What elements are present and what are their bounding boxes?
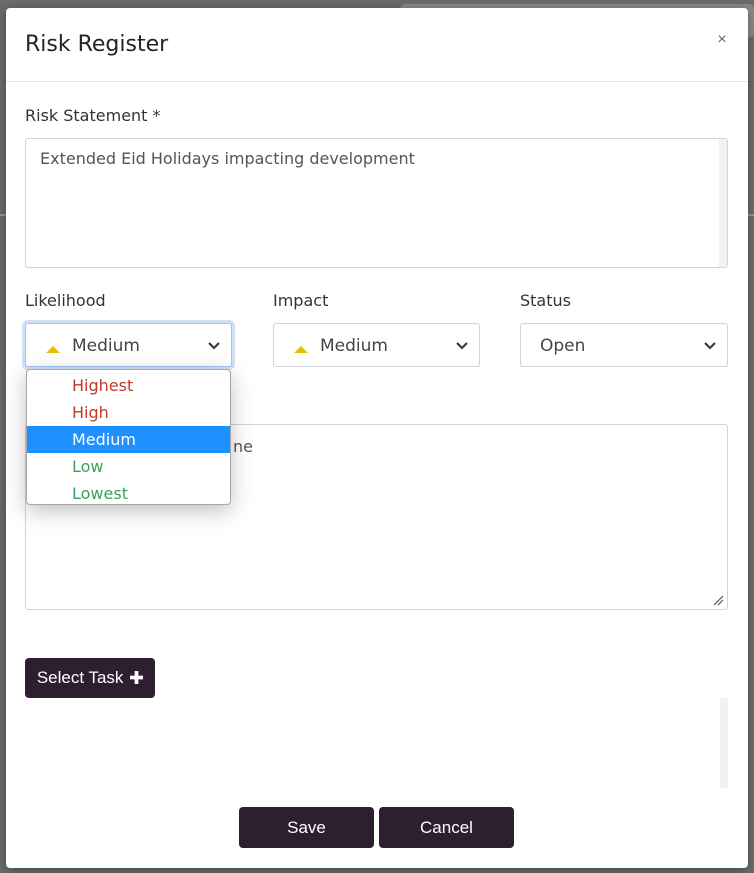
close-button[interactable]: × — [710, 28, 734, 52]
option-label: Lowest — [72, 484, 128, 503]
resize-handle-icon[interactable] — [712, 594, 724, 606]
likelihood-select[interactable]: Medium — [25, 323, 232, 367]
risk-register-modal: Risk Register × Risk Statement * Extende… — [6, 8, 748, 868]
cancel-button[interactable]: Cancel — [379, 807, 514, 848]
risk-statement-label: Risk Statement * — [25, 106, 161, 125]
likelihood-dropdown: Highest High Medium Low Lowest — [26, 369, 231, 505]
select-task-label: Select Task — [36, 668, 124, 687]
impact-label: Impact — [273, 291, 329, 310]
background-divider — [748, 214, 754, 216]
option-label: Medium — [72, 430, 136, 449]
status-select[interactable]: Open — [520, 323, 728, 367]
chevron-down-icon — [208, 342, 220, 350]
likelihood-selected-value: Medium — [72, 336, 140, 356]
risk-statement-value: Extended Eid Holidays impacting developm… — [40, 149, 415, 168]
notes-partial-text: ne — [233, 437, 253, 456]
option-label: Low — [72, 457, 104, 476]
likelihood-label: Likelihood — [25, 291, 106, 310]
modal-header: Risk Register × — [6, 8, 748, 82]
medium-priority-icon — [46, 346, 60, 353]
modal-title: Risk Register — [25, 32, 169, 57]
status-label: Status — [520, 291, 571, 310]
option-label: Highest — [72, 376, 134, 395]
dropdown-option-low[interactable]: Low — [27, 453, 230, 480]
chevron-down-icon — [456, 342, 468, 350]
save-button[interactable]: Save — [239, 807, 374, 848]
status-selected-value: Open — [540, 336, 586, 356]
risk-statement-textarea[interactable]: Extended Eid Holidays impacting developm… — [25, 138, 728, 268]
dropdown-option-high[interactable]: High — [27, 399, 230, 426]
dropdown-option-lowest[interactable]: Lowest — [27, 480, 230, 504]
plus-icon — [130, 671, 144, 684]
textarea-scrollbar[interactable] — [719, 139, 727, 267]
select-task-button[interactable]: Select Task — [25, 658, 155, 698]
option-label: High — [72, 403, 109, 422]
dropdown-option-highest[interactable]: Highest — [27, 372, 230, 399]
dropdown-option-medium[interactable]: Medium — [27, 426, 230, 453]
chevron-down-icon — [704, 342, 716, 350]
medium-priority-icon — [294, 346, 308, 353]
impact-select[interactable]: Medium — [273, 323, 480, 367]
task-list-scrollbar[interactable] — [720, 698, 728, 788]
impact-selected-value: Medium — [320, 336, 388, 356]
